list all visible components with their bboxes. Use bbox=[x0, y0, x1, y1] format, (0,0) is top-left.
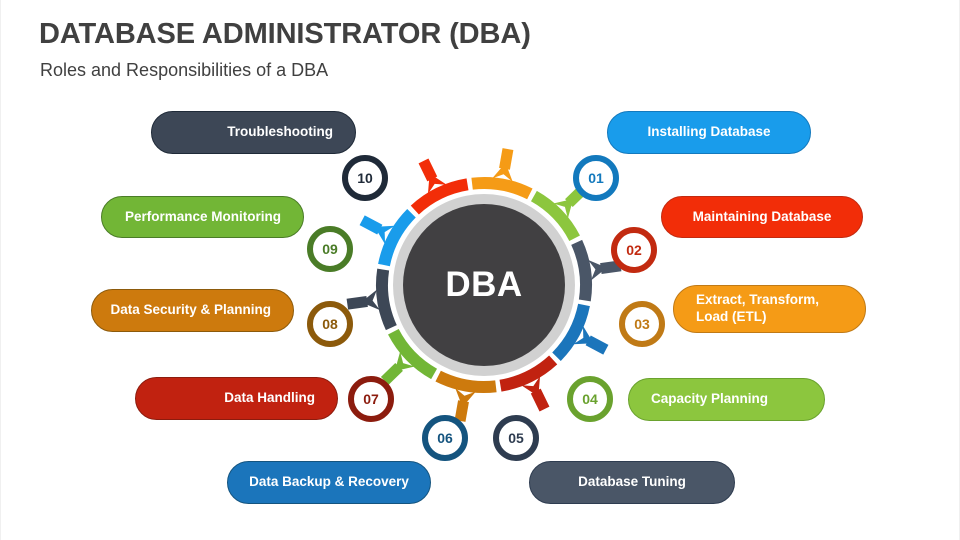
arc-connector-02 bbox=[418, 158, 438, 182]
arc-pointer-02 bbox=[427, 173, 447, 194]
label-pill-06[interactable]: Data Backup & Recovery bbox=[227, 461, 431, 504]
number-badge-04[interactable]: 04 bbox=[567, 376, 613, 422]
number-badge-08[interactable]: 08 bbox=[307, 301, 353, 347]
number-badge-10[interactable]: 10 bbox=[342, 155, 388, 201]
number-badge-04-text: 04 bbox=[582, 391, 598, 407]
number-badge-02[interactable]: 02 bbox=[611, 227, 657, 273]
arc-pointer-05 bbox=[587, 259, 607, 281]
number-badge-06-text: 06 bbox=[437, 430, 453, 446]
arc-pointer-08 bbox=[455, 388, 476, 408]
page-subtitle: Roles and Responsibilities of a DBA bbox=[40, 60, 329, 80]
center-label: DBA bbox=[445, 265, 523, 304]
page-title: DATABASE ADMINISTRATOR (DBA) bbox=[39, 18, 531, 50]
number-badge-02-text: 02 bbox=[626, 242, 642, 258]
label-pill-08[interactable]: Data Security & Planning bbox=[91, 289, 294, 332]
label-pill-05-text: Database Tuning bbox=[578, 474, 686, 490]
number-badge-03-text: 03 bbox=[634, 316, 650, 332]
number-badge-09-text: 09 bbox=[322, 241, 338, 257]
label-pill-10[interactable]: Troubleshooting bbox=[151, 111, 356, 154]
label-pill-04[interactable]: Capacity Planning bbox=[628, 378, 825, 421]
number-badge-06[interactable]: 06 bbox=[422, 415, 468, 461]
number-badge-07[interactable]: 07 bbox=[348, 376, 394, 422]
label-pill-07-text: Data Handling bbox=[224, 390, 315, 406]
label-pill-01-text: Installing Database bbox=[647, 124, 771, 140]
arc-connector-09 bbox=[380, 363, 403, 385]
number-badge-01[interactable]: 01 bbox=[573, 155, 619, 201]
arc-connector-03 bbox=[499, 148, 514, 170]
label-pill-02[interactable]: Maintaining Database bbox=[661, 196, 863, 238]
number-badge-01-text: 01 bbox=[588, 170, 604, 186]
label-pill-04-text: Capacity Planning bbox=[651, 391, 769, 407]
number-badge-07-text: 07 bbox=[363, 391, 379, 407]
label-pill-03[interactable]: Extract, Transform, Load (ETL) bbox=[673, 285, 866, 333]
arc-connector-10 bbox=[346, 295, 368, 310]
arc-pointer-09 bbox=[394, 351, 415, 372]
arc-connector-01 bbox=[359, 215, 383, 235]
number-badge-03[interactable]: 03 bbox=[619, 301, 665, 347]
arc-pointer-04 bbox=[553, 198, 574, 219]
number-badge-05[interactable]: 05 bbox=[493, 415, 539, 461]
slide-canvas: DATABASE ADMINISTRATOR (DBA) Roles and R… bbox=[0, 0, 960, 540]
arc-connector-08 bbox=[454, 400, 469, 422]
number-badge-10-text: 10 bbox=[357, 170, 373, 186]
arc-pointer-03 bbox=[492, 162, 513, 182]
number-badge-09[interactable]: 09 bbox=[307, 226, 353, 272]
number-badge-05-text: 05 bbox=[508, 430, 524, 446]
arc-connector-06 bbox=[585, 335, 609, 355]
arc-pointer-10 bbox=[361, 289, 381, 311]
center-disc: DBA bbox=[403, 204, 565, 366]
arc-pointer-07 bbox=[521, 376, 541, 397]
label-pill-02-text: Maintaining Database bbox=[692, 208, 832, 224]
label-pill-07[interactable]: Data Handling bbox=[135, 377, 338, 420]
label-pill-10-text: Troubleshooting bbox=[227, 124, 333, 140]
label-pill-08-text: Data Security & Planning bbox=[110, 302, 271, 318]
label-pill-09-text: Performance Monitoring bbox=[124, 208, 281, 224]
label-pill-06-text: Data Backup & Recovery bbox=[249, 474, 409, 490]
number-badge-08-text: 08 bbox=[322, 316, 338, 332]
label-pill-03-text: Extract, Transform, Load (ETL) bbox=[696, 292, 820, 324]
label-pill-01[interactable]: Installing Database bbox=[607, 111, 811, 154]
arc-pointer-01 bbox=[374, 225, 395, 245]
arc-connector-07 bbox=[530, 388, 550, 412]
arc-pointer-06 bbox=[573, 325, 594, 345]
label-pill-09[interactable]: Performance Monitoring bbox=[101, 196, 304, 238]
label-pill-05[interactable]: Database Tuning bbox=[529, 461, 735, 504]
